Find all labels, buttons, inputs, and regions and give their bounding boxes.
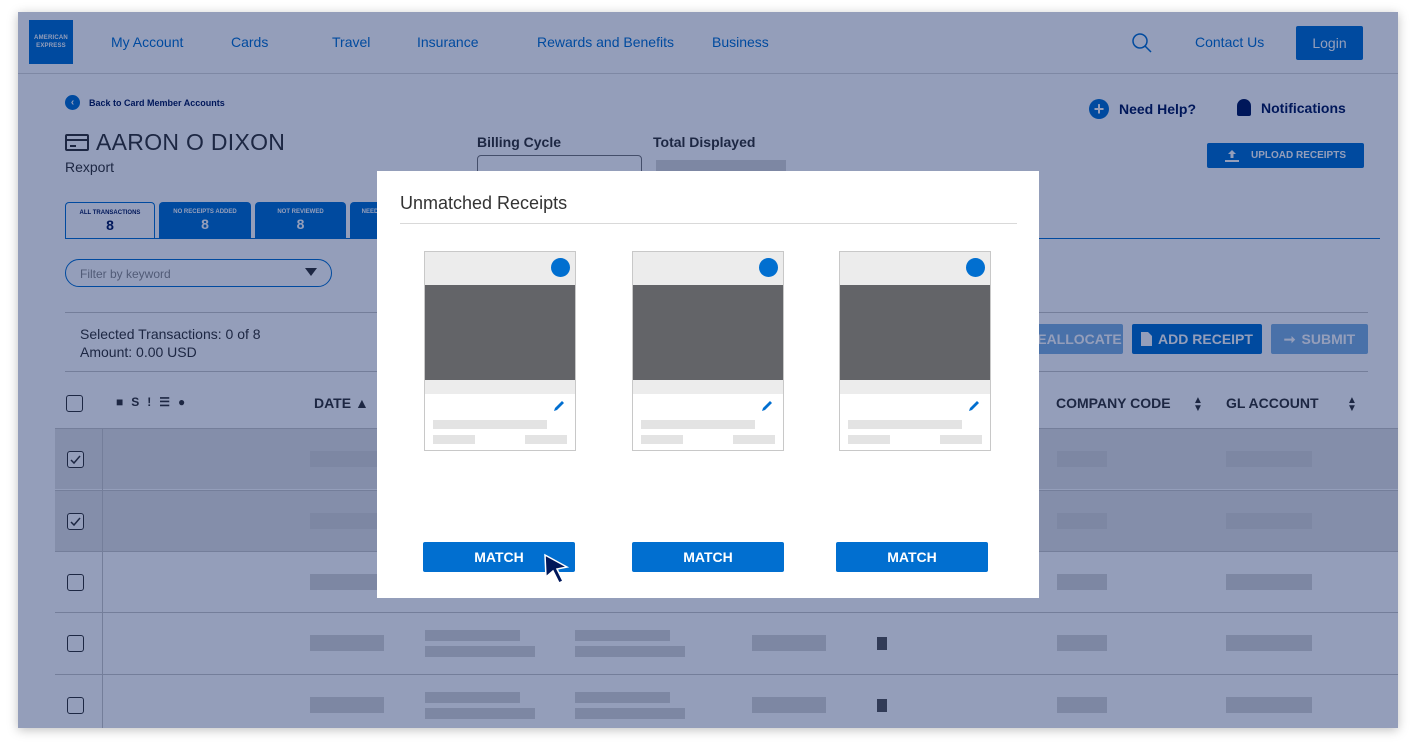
- unmatched-receipts-modal: Unmatched Receipts MATCH MATCH MATCH: [377, 171, 1039, 598]
- receipt-card[interactable]: [839, 251, 991, 451]
- mouse-cursor-icon: [544, 553, 570, 585]
- app-frame: AMERICAN EXPRESS My Account Cards Travel…: [18, 12, 1398, 728]
- pencil-icon[interactable]: [967, 399, 981, 413]
- pencil-icon[interactable]: [760, 399, 774, 413]
- receipt-select-dot[interactable]: [551, 258, 570, 277]
- modal-divider: [400, 223, 1017, 224]
- receipt-text-placeholder: [940, 435, 982, 444]
- receipt-card-band: [633, 380, 783, 394]
- receipt-text-placeholder: [433, 420, 547, 429]
- receipt-text-placeholder: [733, 435, 775, 444]
- receipt-card-band: [840, 380, 990, 394]
- match-button-2[interactable]: MATCH: [632, 542, 784, 572]
- receipt-text-placeholder: [525, 435, 567, 444]
- receipt-text-placeholder: [641, 420, 755, 429]
- receipt-card[interactable]: [632, 251, 784, 451]
- receipt-select-dot[interactable]: [966, 258, 985, 277]
- receipt-image: [425, 285, 575, 380]
- receipt-text-placeholder: [641, 435, 683, 444]
- receipt-card[interactable]: [424, 251, 576, 451]
- receipt-text-placeholder: [848, 435, 890, 444]
- receipt-image: [633, 285, 783, 380]
- receipt-select-dot[interactable]: [759, 258, 778, 277]
- modal-title: Unmatched Receipts: [400, 193, 568, 213]
- pencil-icon[interactable]: [552, 399, 566, 413]
- receipt-text-placeholder: [848, 420, 962, 429]
- receipt-image: [840, 285, 990, 380]
- match-button-3[interactable]: MATCH: [836, 542, 988, 572]
- receipt-card-band: [425, 380, 575, 394]
- receipt-text-placeholder: [433, 435, 475, 444]
